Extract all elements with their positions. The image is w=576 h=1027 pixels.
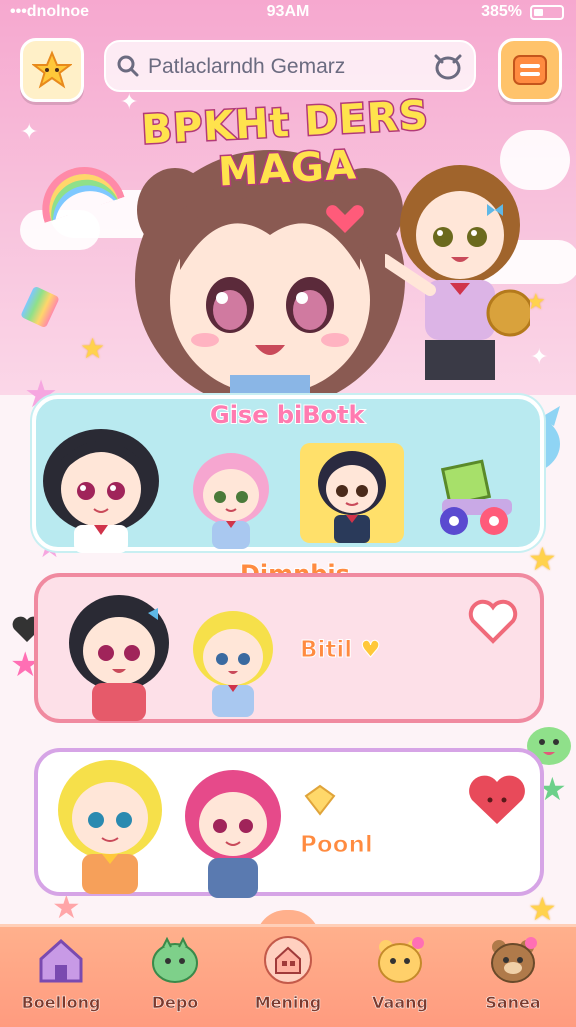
favorite-heart-button[interactable] (468, 599, 518, 645)
character-illustration (185, 770, 281, 898)
sparkle-icon: ✦ (20, 120, 39, 145)
nav-item-sanea[interactable]: Sanea (458, 935, 568, 1012)
nav-label: Mening (254, 993, 322, 1013)
card-label: Poonl (300, 832, 374, 859)
search-input[interactable] (146, 52, 430, 82)
character-card[interactable] (36, 425, 166, 553)
star-icon (32, 50, 72, 89)
nav-item-vaang[interactable]: Vaang (345, 935, 455, 1012)
character-illustration (58, 760, 162, 894)
battery-percent: 385% (481, 3, 522, 20)
nav-label: Boellong (21, 993, 101, 1013)
favorites-button[interactable] (20, 38, 84, 102)
character-illustration (69, 595, 169, 721)
status-bar: •••dnolnoe 93AM 385% (0, 0, 576, 28)
bear-icon (378, 937, 424, 983)
character-pair-card[interactable]: Poonl (34, 748, 544, 898)
card-label-text: Bitil (299, 637, 353, 664)
nav-label: Vaang (372, 993, 428, 1013)
house-icon (264, 936, 312, 984)
heart-icon: ♥ (360, 637, 382, 664)
nav-item-home[interactable]: Boellong (6, 935, 116, 1012)
sparkle-icon: ✦ (530, 345, 549, 370)
star-icon: ★ (528, 890, 557, 928)
character-card[interactable] (186, 449, 276, 549)
menu-button[interactable] (498, 38, 562, 102)
selected-character-card[interactable] (300, 443, 404, 543)
toy-car-icon (440, 459, 512, 535)
section-title: Gise biBotk (209, 400, 365, 430)
character-pair-card[interactable]: Bitil ♥ (34, 573, 544, 723)
home-icon (39, 938, 83, 983)
pet-icon[interactable] (432, 52, 464, 80)
heart-icon[interactable] (466, 772, 528, 828)
featured-characters-panel[interactable]: Gise biBotk (32, 395, 544, 553)
battery-icon (530, 5, 564, 20)
gem-icon (304, 784, 336, 816)
character-illustration (318, 451, 386, 543)
bear-flower-icon (491, 937, 537, 983)
dragon-icon (152, 936, 198, 983)
character-illustration (193, 611, 273, 717)
candy-icon (20, 285, 60, 329)
nav-item-mening[interactable]: Mening (233, 935, 343, 1012)
card-label: Bitil ♥ (299, 637, 382, 664)
search-bar[interactable] (104, 40, 476, 92)
chibi-friend-illustration (385, 165, 530, 380)
menu-icon (513, 55, 547, 85)
nav-label: Depo (151, 993, 199, 1013)
nav-item-depo[interactable]: Depo (120, 935, 230, 1012)
nav-label: Sanea (485, 993, 541, 1013)
search-icon (117, 55, 139, 77)
bottom-nav: Boellong Depo Mening Vaang Sanea (0, 924, 576, 1027)
star-icon: ★ (80, 332, 106, 365)
